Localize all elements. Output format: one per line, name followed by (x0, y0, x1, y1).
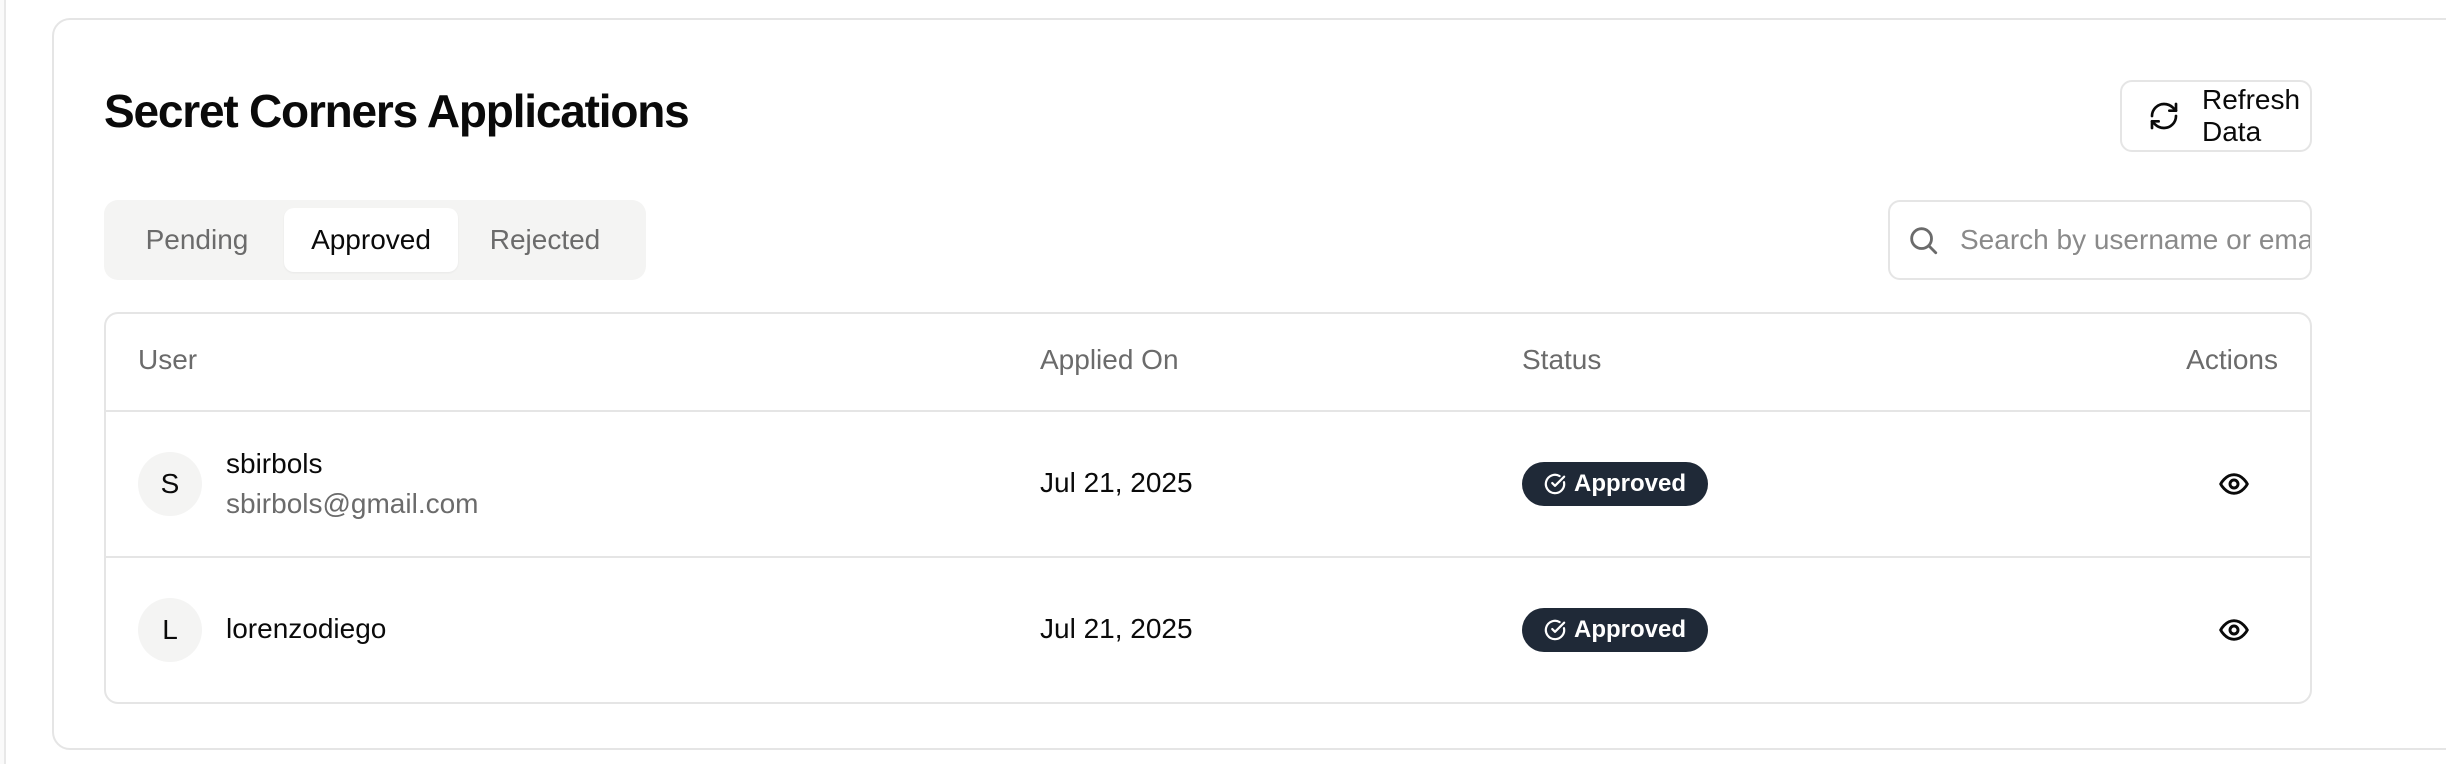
status-badge: Approved (1522, 462, 1709, 506)
column-header-status: Status (1522, 344, 1602, 375)
avatar: S (138, 452, 202, 516)
table-row: L lorenzodiego Jul 21, 2025 Approved (106, 558, 2310, 702)
page-title: Secret Corners Applications (104, 85, 690, 137)
eye-icon (2218, 468, 2250, 500)
column-header-actions: Actions (2186, 344, 2278, 375)
tab-pending[interactable]: Pending (110, 208, 284, 272)
page-edge (0, 0, 6, 764)
applications-table: User Applied On Status Actions S sbirbol… (104, 312, 2312, 704)
username: sbirbols (226, 448, 323, 479)
tab-approved[interactable]: Approved (284, 208, 458, 272)
refresh-icon (2148, 100, 2180, 132)
status-badge: Approved (1522, 608, 1709, 652)
applications-card: Secret Corners Applications Refresh Data… (52, 18, 2446, 750)
search-box[interactable] (1888, 200, 2312, 280)
search-input[interactable] (1958, 223, 2312, 257)
status-label: Approved (1574, 616, 1687, 643)
eye-icon (2218, 614, 2250, 646)
table-row: S sbirbols sbirbols@gmail.com Jul 21, 20… (106, 412, 2310, 558)
avatar: L (138, 598, 202, 662)
applied-on-date: Jul 21, 2025 (1040, 467, 1193, 498)
view-application-button[interactable] (2214, 610, 2254, 650)
applied-on-date: Jul 21, 2025 (1040, 613, 1193, 644)
refresh-data-button[interactable]: Refresh Data (2120, 80, 2312, 152)
tab-rejected[interactable]: Rejected (458, 208, 632, 272)
check-circle-icon (1544, 473, 1566, 495)
refresh-data-label: Refresh Data (2202, 84, 2301, 147)
column-header-user: User (138, 344, 198, 375)
column-header-applied-on: Applied On (1040, 344, 1179, 375)
username: lorenzodiego (226, 613, 387, 644)
search-icon (1906, 223, 1940, 257)
check-circle-icon (1544, 619, 1566, 641)
status-tabs: Pending Approved Rejected (104, 200, 646, 280)
view-application-button[interactable] (2214, 464, 2254, 504)
user-email: sbirbols@gmail.com (226, 488, 479, 519)
table-header: User Applied On Status Actions (106, 314, 2310, 412)
status-label: Approved (1574, 470, 1687, 497)
